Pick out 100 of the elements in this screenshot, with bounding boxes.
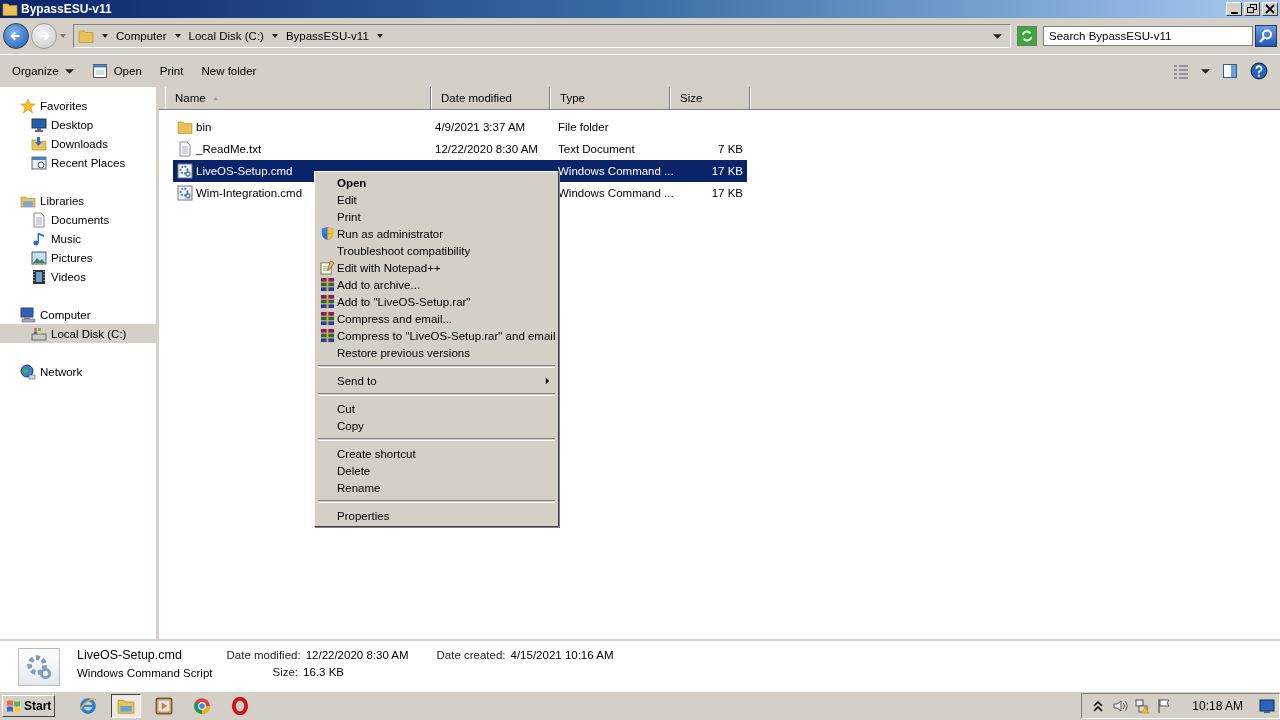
sidebar-item[interactable]: Libraries: [0, 191, 156, 210]
field-label: Size:: [272, 666, 299, 678]
column-header[interactable]: Size: [670, 87, 750, 109]
sidebar-item[interactable]: Videos: [0, 267, 156, 286]
field-value: 4/15/2021 10:16 AM: [510, 649, 614, 661]
download-folder-icon: [31, 135, 47, 152]
preview-pane-icon[interactable]: [1222, 63, 1238, 79]
type-cell-text: Windows Command ...: [557, 186, 675, 201]
clock: 10:18 AM: [1192, 699, 1243, 713]
close-button[interactable]: [1262, 2, 1278, 16]
file-name: LiveOS-Setup.cmd: [77, 648, 183, 662]
books-icon: [320, 328, 335, 343]
breadcrumb[interactable]: Computer: [116, 30, 167, 42]
file-name-cell[interactable]: Wim-Integration.cmd: [173, 182, 307, 204]
menu-item[interactable]: Send to: [317, 372, 556, 389]
ring-icon: [231, 697, 250, 715]
menu-item[interactable]: Edit: [317, 191, 556, 208]
file-name-cell[interactable]: bin: [173, 116, 216, 138]
browser-icon: [79, 697, 98, 715]
back-arrow-icon: [9, 29, 23, 43]
search-field[interactable]: Search BypassESU-v11: [1043, 26, 1253, 46]
refresh-button[interactable]: [1017, 26, 1037, 46]
file-name-cell[interactable]: _ReadMe.txt: [173, 138, 266, 160]
close-icon: [1265, 4, 1275, 14]
menu-item[interactable]: Compress to "LiveOS-Setup.rar" and email: [317, 327, 556, 344]
menu-item[interactable]: Edit with Notepad++: [317, 259, 556, 276]
refresh-icon: [1020, 29, 1034, 43]
sidebar-item[interactable]: Downloads: [0, 134, 156, 153]
folder-icon: [78, 28, 94, 44]
sidebar-item[interactable]: Pictures: [0, 248, 156, 267]
menu-item[interactable]: Rename: [317, 479, 556, 496]
menu-item[interactable]: Add to "LiveOS-Setup.rar": [317, 293, 556, 310]
sidebar-item[interactable]: Music: [0, 229, 156, 248]
sidebar-item[interactable]: Recent Places: [0, 153, 156, 172]
menu-item[interactable]: Delete: [317, 462, 556, 479]
sidebar-item[interactable]: Computer: [0, 305, 156, 324]
menu-item[interactable]: Troubleshoot compatibility: [317, 242, 556, 259]
menu-item[interactable]: Add to archive...: [317, 276, 556, 293]
type-cell-text: File folder: [557, 120, 610, 135]
network-icon[interactable]: [1134, 698, 1151, 714]
search-icon: [1258, 28, 1274, 44]
menu-item[interactable]: Create shortcut: [317, 445, 556, 462]
toolbar-button[interactable]: Organize: [2, 61, 82, 81]
breadcrumb[interactable]: Local Disk (C:): [188, 30, 264, 42]
back-button[interactable]: [3, 23, 29, 49]
size-cell-text: 7 KB: [717, 142, 744, 157]
show-desktop-icon[interactable]: [1257, 698, 1277, 714]
type-cell-text: Text Document: [557, 142, 636, 157]
breadcrumb[interactable]: BypassESU-v11: [285, 30, 369, 42]
music-note-icon: [31, 230, 47, 247]
size-cell: 17 KB: [678, 160, 747, 182]
caret-icon[interactable]: [101, 32, 109, 40]
address-bar[interactable]: Computer Local Disk (C:) BypassESU-v11: [73, 24, 1011, 48]
toolbar-button[interactable]: Open: [81, 59, 150, 83]
flag-icon[interactable]: [1156, 698, 1173, 714]
menu-item[interactable]: Run as administrator: [317, 225, 556, 242]
sidebar-item[interactable]: Local Disk (C:): [0, 324, 156, 343]
menu-item[interactable]: Copy: [317, 417, 556, 434]
window-title: BypassESU-v11: [21, 2, 112, 16]
folder-icon: [177, 119, 193, 135]
column-header[interactable]: Date modified: [431, 87, 550, 109]
search-button[interactable]: [1255, 25, 1277, 47]
menu-item[interactable]: Properties: [317, 507, 556, 524]
sidebar-item[interactable]: Desktop: [0, 115, 156, 134]
toolbar-button[interactable]: New folder: [191, 61, 265, 81]
sidebar-item[interactable]: Documents: [0, 210, 156, 229]
document-icon: [31, 211, 47, 228]
dropdown-icon[interactable]: [993, 31, 1002, 41]
menu-item[interactable]: Compress and email...: [317, 310, 556, 327]
caret-icon[interactable]: [173, 32, 182, 40]
window-icon: [91, 63, 108, 79]
speaker-icon[interactable]: [1112, 698, 1129, 714]
caret-icon[interactable]: [1201, 66, 1210, 76]
folder-icon: [117, 697, 136, 715]
menu-item[interactable]: Cut: [317, 400, 556, 417]
monitor-icon: [31, 116, 47, 133]
date-cell-text: 12/22/2020 8:30 AM: [434, 142, 539, 157]
minimize-button[interactable]: [1226, 2, 1242, 16]
notepad-icon: [320, 260, 335, 275]
taskbar-button[interactable]: [111, 694, 142, 718]
play-icon: [155, 697, 174, 715]
column-header[interactable]: Name: [165, 87, 431, 109]
film-icon: [31, 268, 47, 285]
field-value: 16.3 KB: [303, 666, 344, 678]
caret-icon[interactable]: [270, 32, 279, 40]
sidebar-item[interactable]: Favorites: [0, 96, 156, 115]
folder-icon: [2, 1, 18, 17]
computer-icon: [20, 306, 36, 323]
flag-icon: [6, 698, 22, 714]
start-button[interactable]: Start: [2, 695, 56, 717]
menu-item[interactable]: Restore previous versions: [317, 344, 556, 361]
help-icon[interactable]: [1250, 62, 1268, 80]
toolbar-button[interactable]: Print: [149, 61, 192, 81]
window-icon: [31, 154, 47, 171]
field-label: Date modified:: [226, 649, 301, 661]
restore-button[interactable]: [1244, 2, 1260, 16]
caret-icon[interactable]: [375, 32, 384, 40]
menu-item[interactable]: Print: [317, 208, 556, 225]
column-header[interactable]: Type: [550, 87, 670, 109]
sidebar-item[interactable]: Network: [0, 362, 156, 381]
